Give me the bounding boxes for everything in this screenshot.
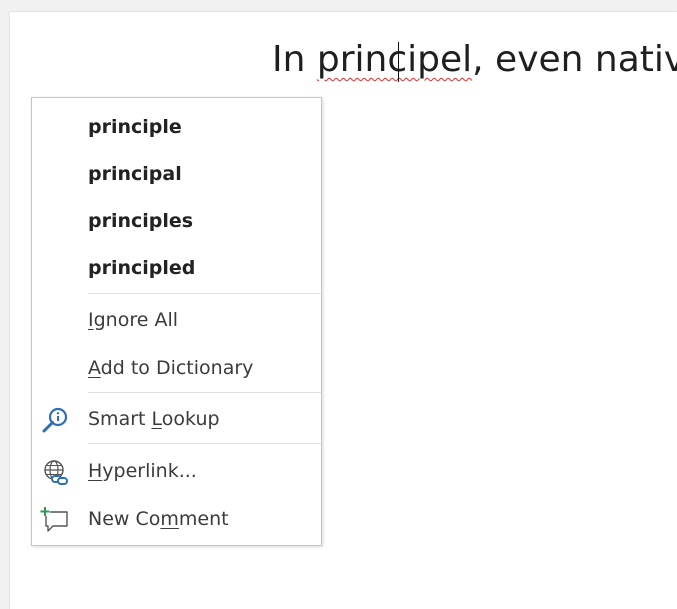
suggestion-label: principled (88, 257, 196, 279)
suggestion-principle[interactable]: principle (32, 104, 321, 150)
menu-separator (88, 392, 321, 393)
add-to-dictionary-item[interactable]: Add to Dictionary (32, 345, 321, 391)
smart-lookup-item[interactable]: Smart Lookup (32, 396, 321, 442)
menu-separator (88, 443, 321, 444)
suggestion-principled[interactable]: principled (32, 245, 321, 291)
magnifier-info-icon (40, 405, 70, 433)
globe-link-icon (40, 457, 70, 485)
suggestion-label: principal (88, 163, 182, 185)
text-caret (398, 42, 399, 82)
document-text-line[interactable]: In principel, even native (272, 36, 677, 84)
spelling-context-menu: principle principal principles principle… (31, 97, 322, 546)
text-before: In (272, 39, 317, 80)
mnemonic-underline: m (160, 508, 179, 530)
add-to-dictionary-label: Add to Dictionary (88, 357, 254, 379)
new-comment-item[interactable]: New Comment (32, 496, 321, 542)
new-comment-label: New Comment (88, 508, 229, 530)
misspelled-word[interactable]: principel (317, 39, 472, 80)
ignore-all-label: Ignore All (88, 309, 179, 331)
menu-separator (88, 293, 321, 294)
mnemonic-underline: L (151, 408, 162, 430)
hyperlink-label: Hyperlink... (88, 460, 197, 482)
suggestion-label: principle (88, 116, 182, 138)
new-comment-icon (40, 505, 70, 533)
text-after: , even native (472, 39, 677, 80)
hyperlink-item[interactable]: Hyperlink... (32, 448, 321, 494)
suggestion-principles[interactable]: principles (32, 198, 321, 244)
mnemonic-underline: A (88, 357, 101, 379)
mnemonic-underline: H (88, 460, 103, 482)
ignore-all-item[interactable]: Ignore All (32, 297, 321, 343)
smart-lookup-label: Smart Lookup (88, 408, 220, 430)
suggestion-principal[interactable]: principal (32, 151, 321, 197)
suggestion-label: principles (88, 210, 194, 232)
